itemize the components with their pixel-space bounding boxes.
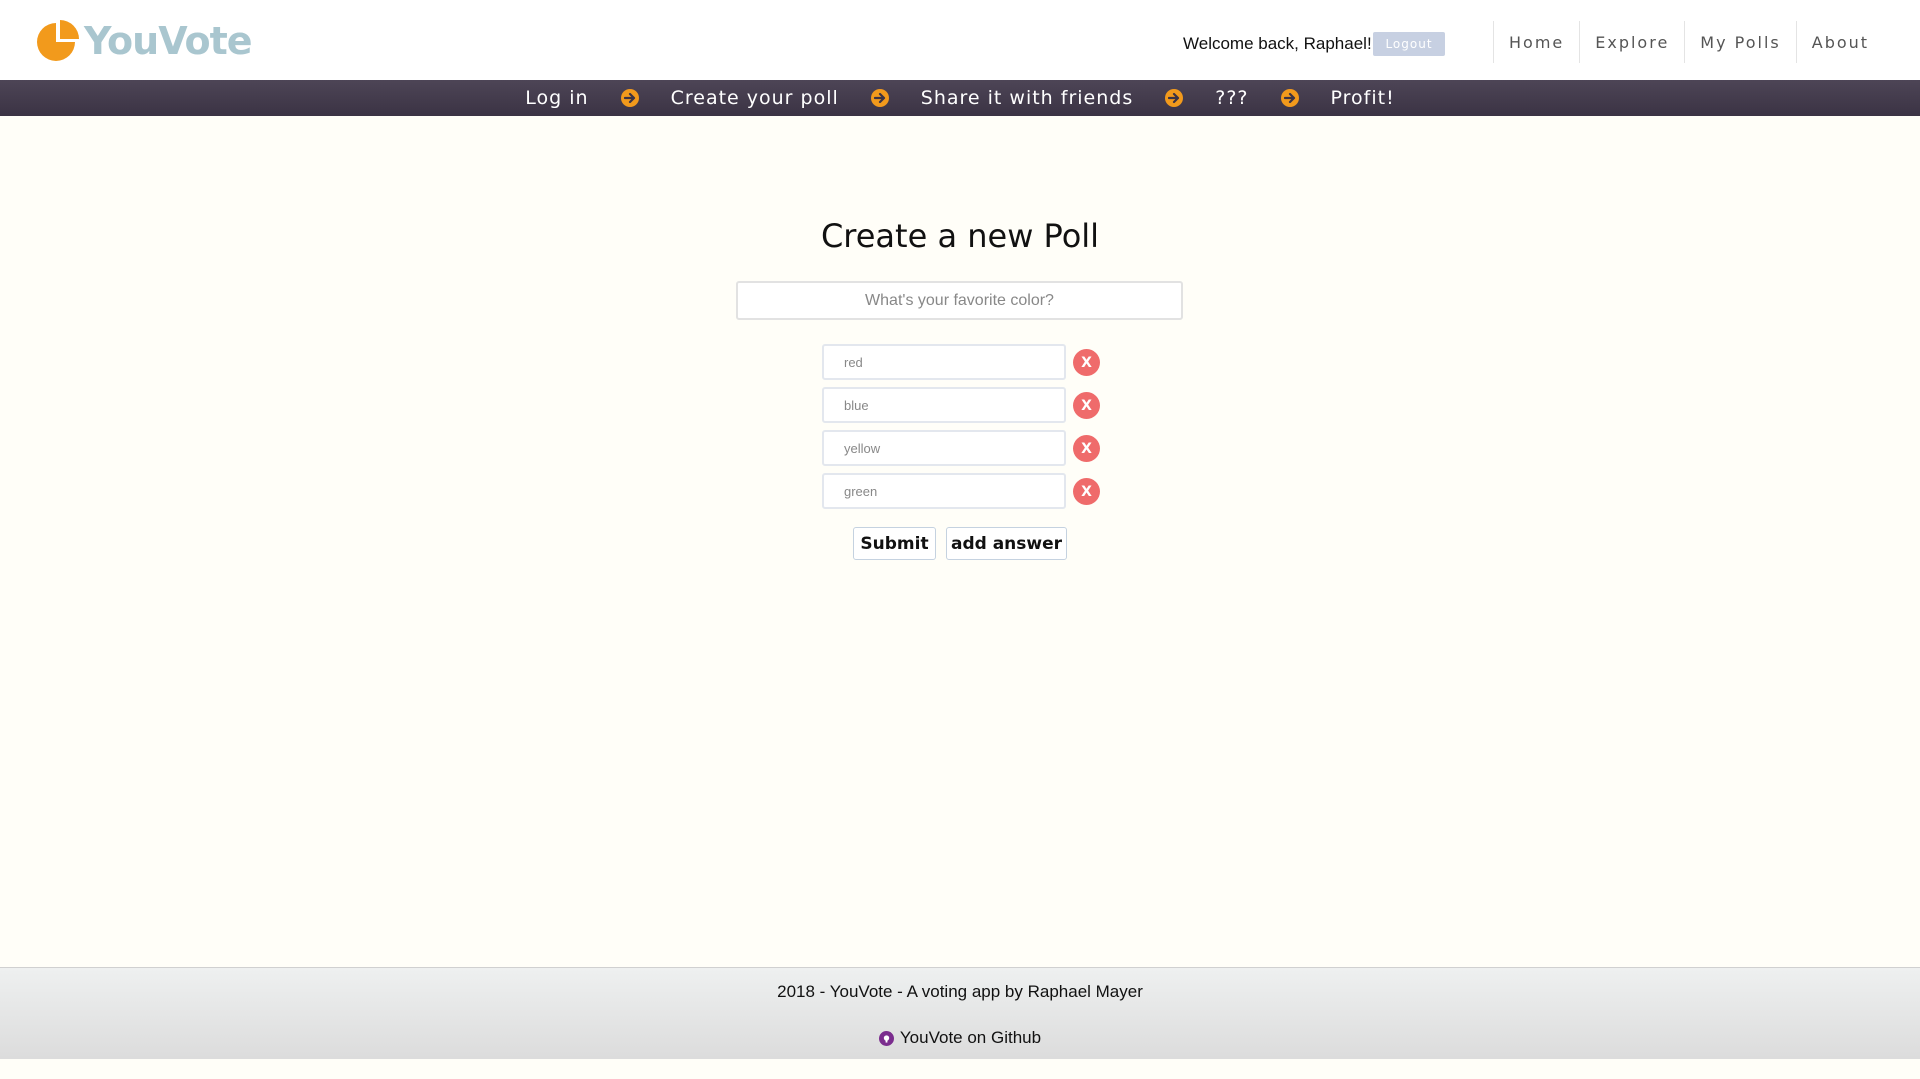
github-link[interactable]: YouVote on Github [0,1028,1920,1048]
remove-answer-button[interactable]: X [1073,478,1100,505]
answer-input[interactable] [822,387,1066,423]
brand-name: YouVote [84,19,253,63]
github-icon [878,1030,894,1046]
top-nav: Home Explore My Polls About [1493,21,1884,63]
header: YouVote Welcome back, Raphael! Logout Ho… [0,0,1920,80]
step-log-in: Log in [525,87,589,109]
step-create-poll: Create your poll [670,87,839,109]
brand-logo[interactable]: YouVote [36,19,253,63]
page-title: Create a new Poll [820,217,1100,255]
welcome-message: Welcome back, Raphael! [1183,34,1372,53]
nav-home[interactable]: Home [1493,21,1579,63]
remove-answer-button[interactable]: X [1073,435,1100,462]
step-share: Share it with friends [920,87,1134,109]
arrow-right-circle-icon [1165,89,1184,107]
step-profit: Profit! [1330,87,1395,109]
submit-button[interactable]: Submit [853,527,936,560]
remove-answer-button[interactable]: X [1073,392,1100,419]
github-link-label: YouVote on Github [899,1028,1042,1047]
nav-my-polls[interactable]: My Polls [1684,21,1795,63]
arrow-right-circle-icon [1280,89,1299,107]
answer-input[interactable] [822,344,1066,380]
arrow-right-circle-icon [620,89,639,107]
answer-input[interactable] [822,473,1066,509]
footer: 2018 - YouVote - A voting app by Raphael… [0,967,1920,1059]
pie-chart-logo-icon [37,20,79,61]
answer-input[interactable] [822,430,1066,466]
logout-button[interactable]: Logout [1373,32,1445,56]
arrow-right-circle-icon [870,89,889,107]
nav-explore[interactable]: Explore [1579,21,1684,63]
step-unknown: ??? [1215,87,1249,109]
add-answer-button[interactable]: add answer [946,527,1067,560]
nav-about[interactable]: About [1795,21,1884,63]
poll-question-input[interactable] [736,281,1183,320]
footer-credit: 2018 - YouVote - A voting app by Raphael… [777,982,1143,1001]
remove-answer-button[interactable]: X [1073,349,1100,376]
steps-bar: Log in Create your poll Share it with fr… [0,80,1920,116]
